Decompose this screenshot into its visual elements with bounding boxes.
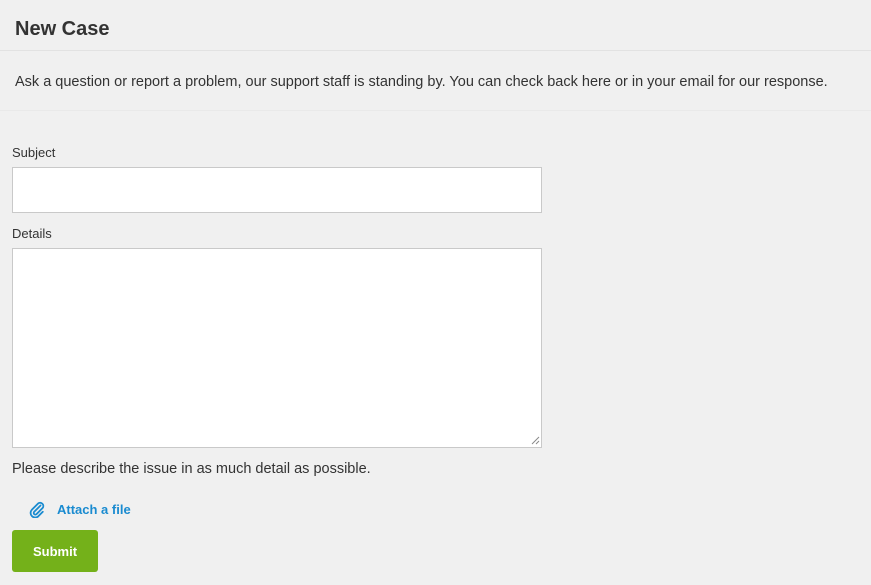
subject-input[interactable] [12,167,542,213]
subject-label: Subject [12,145,56,160]
page-title: New Case [15,18,110,40]
resize-handle-icon[interactable] [531,436,540,445]
details-textarea[interactable] [12,248,542,448]
attach-file-label: Attach a file [57,501,131,517]
intro-text: Ask a question or report a problem, our … [15,74,828,90]
submit-button[interactable]: Submit [12,530,98,572]
divider [0,110,871,111]
details-label: Details [12,226,52,241]
attach-file-link[interactable]: Attach a file [29,499,131,519]
page-header: New Case [0,0,871,51]
new-case-page: New Case Ask a question or report a prob… [0,0,871,585]
details-help-text: Please describe the issue in as much det… [12,461,371,477]
paperclip-icon [29,501,45,518]
